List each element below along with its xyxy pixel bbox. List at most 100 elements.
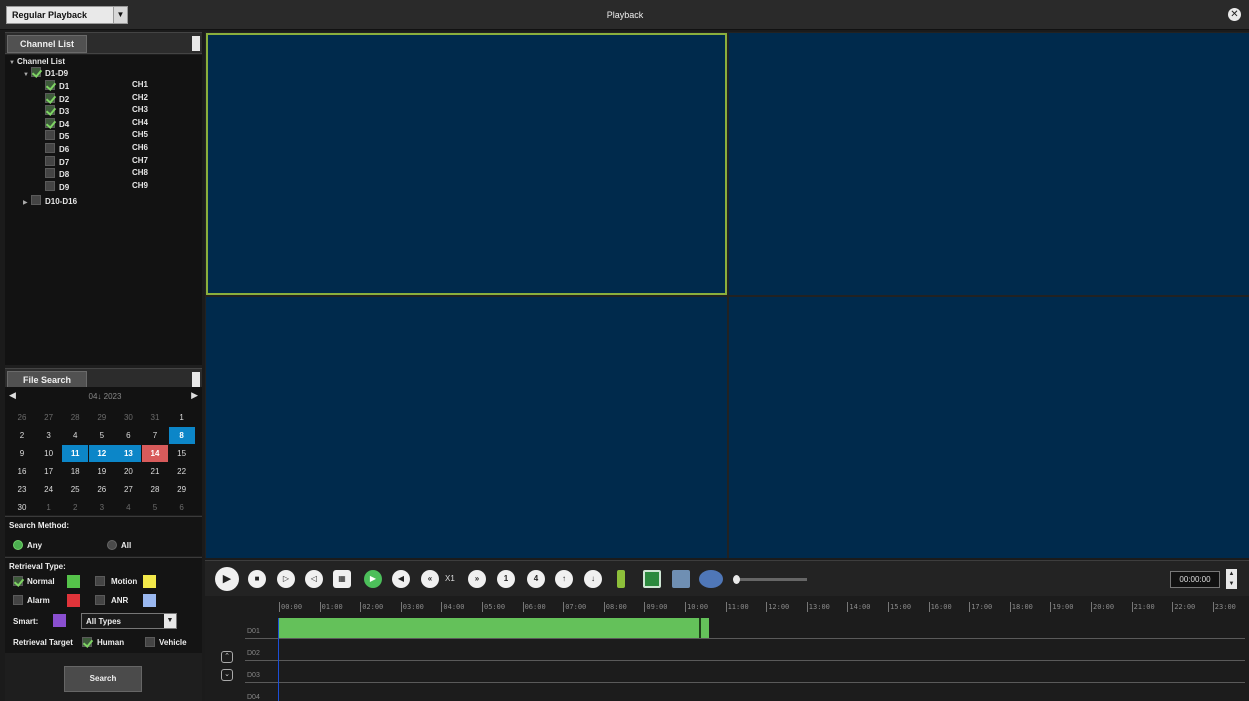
upload-icon[interactable]: ↑ (555, 570, 573, 588)
calendar-day[interactable]: 4 (115, 499, 141, 516)
recording-bar-d01[interactable] (279, 618, 709, 638)
timeline[interactable]: 00:00 01:00 02:00 03:00 04:00 05:00 06:00 07:00… (205, 596, 1249, 701)
channel-row[interactable]: D2 CH2 (45, 92, 148, 104)
checkbox-motion[interactable] (95, 576, 105, 586)
skip-1-icon[interactable]: 1 (497, 570, 515, 588)
video-tile-1[interactable] (206, 33, 727, 295)
calendar-day[interactable]: 1 (36, 499, 62, 516)
fast-forward-icon[interactable]: » (468, 570, 486, 588)
video-tile-3[interactable] (206, 297, 727, 558)
step-back-icon[interactable]: ◁ (305, 570, 323, 588)
checkbox-anr[interactable] (95, 595, 105, 605)
channel-row[interactable]: D8 CH8 (45, 168, 148, 179)
calendar-day[interactable]: 31 (142, 409, 168, 426)
calendar-day[interactable]: 27 (36, 409, 62, 426)
calendar-day[interactable]: 20 (115, 463, 141, 480)
video-tile-4[interactable] (729, 297, 1249, 558)
channel-row[interactable]: D5 CH5 (45, 130, 148, 141)
playback-mode-select[interactable]: Regular Playback ▼ (6, 6, 128, 24)
calendar-day[interactable]: 15 (169, 445, 195, 462)
calendar-day[interactable]: 3 (89, 499, 115, 516)
calendar-day[interactable]: 9 (9, 445, 35, 462)
scroll-down-icon[interactable]: ⌄ (221, 669, 233, 681)
calendar-day[interactable]: 29 (89, 409, 115, 426)
download-icon[interactable]: ↓ (584, 570, 602, 588)
calendar-day[interactable]: 4 (62, 427, 88, 444)
calendar-day[interactable]: 5 (142, 499, 168, 516)
calendar-day[interactable]: 19 (89, 463, 115, 480)
calendar-day[interactable]: 25 (62, 481, 88, 498)
channel-checkbox[interactable] (45, 155, 55, 166)
display-icon[interactable] (672, 570, 690, 588)
radio-all[interactable] (107, 540, 117, 550)
tree-group-d1-d9[interactable]: ▼ D1-D9 (23, 67, 68, 78)
calendar-day[interactable]: 8 (168, 427, 195, 444)
calendar-month-year[interactable]: 04↓ 2023 (65, 392, 145, 401)
calendar-day[interactable]: 12 (88, 445, 115, 462)
calendar-day[interactable]: 28 (62, 409, 88, 426)
channel-row[interactable]: D9 CH9 (45, 180, 148, 192)
collapse-handle[interactable] (192, 372, 200, 387)
calendar-day[interactable]: 30 (115, 409, 141, 426)
volume-slider[interactable] (737, 578, 807, 581)
prev-month-icon[interactable]: ◀ (9, 390, 16, 401)
channel-checkbox[interactable] (45, 143, 55, 153)
zoom-icon[interactable] (643, 570, 661, 588)
calendar-day[interactable]: 11 (62, 445, 89, 462)
search-button[interactable]: Search (64, 666, 142, 692)
calendar-day[interactable]: 27 (115, 481, 141, 498)
calendar-day[interactable]: 2 (62, 499, 88, 516)
clip-icon[interactable] (617, 570, 625, 588)
channel-checkbox[interactable] (45, 105, 55, 116)
checkbox-group-d1-d9[interactable] (31, 67, 41, 77)
calendar-day[interactable]: 3 (36, 427, 62, 444)
rewind-icon[interactable]: « (421, 570, 439, 588)
radio-any[interactable] (13, 540, 23, 550)
channel-checkbox[interactable] (45, 117, 55, 128)
channel-checkbox[interactable] (45, 168, 55, 179)
channel-row[interactable]: D3 CH3 (45, 105, 148, 116)
tab-channel-list[interactable]: Channel List (7, 35, 87, 53)
calendar-day[interactable]: 26 (9, 409, 35, 426)
calendar-day[interactable]: 24 (36, 481, 62, 498)
calendar-day[interactable]: 18 (62, 463, 88, 480)
play-icon[interactable]: ▶ (215, 567, 239, 591)
stop-icon[interactable]: ■ (248, 570, 266, 588)
slow-reverse-icon[interactable]: ◀ (392, 570, 410, 588)
calendar-day[interactable]: 14 (142, 445, 168, 462)
slow-play-icon[interactable]: ▶ (364, 570, 382, 588)
channel-checkbox[interactable] (45, 92, 55, 103)
calendar-day[interactable]: 26 (89, 481, 115, 498)
calendar-day[interactable]: 6 (115, 427, 141, 444)
calendar-day[interactable]: 29 (169, 481, 195, 498)
video-tile-2[interactable] (729, 33, 1249, 295)
calendar-day[interactable]: 5 (89, 427, 115, 444)
next-month-icon[interactable]: ▶ (191, 390, 198, 401)
channel-checkbox[interactable] (45, 80, 55, 90)
calendar-day[interactable]: 28 (142, 481, 168, 498)
checkbox-vehicle[interactable] (145, 637, 155, 647)
channel-checkbox[interactable] (45, 130, 55, 141)
close-icon[interactable]: ✕ (1228, 8, 1241, 21)
channel-row[interactable]: D1 CH1 (45, 80, 148, 91)
calendar-day[interactable]: 7 (142, 427, 168, 444)
tree-group-d10-d16[interactable]: ▶ D10-D16 (23, 195, 77, 206)
calendar-day[interactable]: 10 (36, 445, 62, 462)
checkbox-human[interactable] (82, 637, 92, 647)
calendar-day[interactable]: 1 (169, 409, 195, 426)
calendar-day[interactable]: 17 (36, 463, 62, 480)
checkbox-alarm[interactable] (13, 595, 23, 605)
channel-checkbox[interactable] (45, 180, 55, 191)
step-forward-icon[interactable]: ▷ (277, 570, 295, 588)
calendar-day[interactable]: 16 (9, 463, 35, 480)
channel-row[interactable]: D4 CH4 (45, 117, 148, 129)
channel-row[interactable]: D7 CH7 (45, 155, 148, 167)
scroll-up-icon[interactable]: ⌃ (221, 651, 233, 663)
calendar-day[interactable]: 22 (169, 463, 195, 480)
volume-icon[interactable] (699, 570, 723, 588)
calendar-day[interactable]: 2 (9, 427, 35, 444)
frame-icon[interactable]: ▦ (333, 570, 351, 588)
calendar-day[interactable]: 21 (142, 463, 168, 480)
checkbox-group-d10-d16[interactable] (31, 195, 41, 205)
calendar-day[interactable]: 30 (9, 499, 35, 516)
